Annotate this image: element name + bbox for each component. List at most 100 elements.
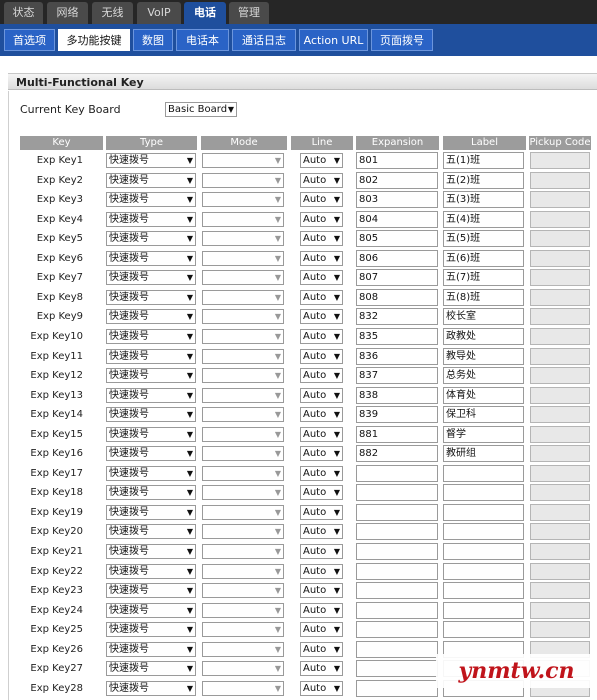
expansion-input[interactable]: 881 xyxy=(356,426,438,443)
line-select[interactable]: Auto ▼ xyxy=(300,466,343,481)
type-select[interactable]: 快速拨号 ▼ xyxy=(106,290,196,305)
line-select[interactable]: Auto ▼ xyxy=(300,681,343,696)
expansion-input[interactable] xyxy=(356,680,438,697)
mode-select[interactable]: ▼ xyxy=(202,505,284,520)
label-input[interactable]: 总务处 xyxy=(443,367,524,384)
mode-select[interactable]: ▼ xyxy=(202,290,284,305)
expansion-input[interactable] xyxy=(356,582,438,599)
expansion-input[interactable]: 807 xyxy=(356,269,438,286)
label-input[interactable]: 教研组 xyxy=(443,445,524,462)
type-select[interactable]: 快速拨号 ▼ xyxy=(106,446,196,461)
mode-select[interactable]: ▼ xyxy=(202,329,284,344)
top-tab-network[interactable]: 网络 xyxy=(47,2,88,24)
line-select[interactable]: Auto ▼ xyxy=(300,192,343,207)
expansion-input[interactable] xyxy=(356,543,438,560)
line-select[interactable]: Auto ▼ xyxy=(300,270,343,285)
label-input[interactable]: 五(1)班 xyxy=(443,152,524,169)
label-input[interactable] xyxy=(443,582,524,599)
key-board-select[interactable]: Basic Board ▼ xyxy=(165,102,237,117)
type-select[interactable]: 快速拨号 ▼ xyxy=(106,329,196,344)
line-select[interactable]: Auto ▼ xyxy=(300,309,343,324)
mode-select[interactable]: ▼ xyxy=(202,564,284,579)
expansion-input[interactable]: 805 xyxy=(356,230,438,247)
label-input[interactable]: 体育处 xyxy=(443,387,524,404)
line-select[interactable]: Auto ▼ xyxy=(300,446,343,461)
mode-select[interactable]: ▼ xyxy=(202,407,284,422)
type-select[interactable]: 快速拨号 ▼ xyxy=(106,388,196,403)
mode-select[interactable]: ▼ xyxy=(202,192,284,207)
label-input[interactable]: 五(5)班 xyxy=(443,230,524,247)
type-select[interactable]: 快速拨号 ▼ xyxy=(106,407,196,422)
label-input[interactable] xyxy=(443,563,524,580)
label-input[interactable]: 五(7)班 xyxy=(443,269,524,286)
expansion-input[interactable] xyxy=(356,660,438,677)
expansion-input[interactable] xyxy=(356,484,438,501)
type-select[interactable]: 快速拨号 ▼ xyxy=(106,173,196,188)
line-select[interactable]: Auto ▼ xyxy=(300,349,343,364)
label-input[interactable] xyxy=(443,543,524,560)
expansion-input[interactable]: 803 xyxy=(356,191,438,208)
label-input[interactable]: 五(6)班 xyxy=(443,250,524,267)
line-select[interactable]: Auto ▼ xyxy=(300,544,343,559)
expansion-input[interactable]: 838 xyxy=(356,387,438,404)
line-select[interactable]: Auto ▼ xyxy=(300,485,343,500)
top-tab-voip[interactable]: VoIP xyxy=(137,2,181,24)
mode-select[interactable]: ▼ xyxy=(202,388,284,403)
sub-tab-call-log[interactable]: 通话日志 xyxy=(232,29,296,51)
sub-tab-dial-plan[interactable]: 数图 xyxy=(133,29,173,51)
sub-tab-preferences[interactable]: 首选项 xyxy=(4,29,55,51)
top-tab-phone[interactable]: 电话 xyxy=(184,2,226,24)
line-select[interactable]: Auto ▼ xyxy=(300,603,343,618)
expansion-input[interactable] xyxy=(356,465,438,482)
type-select[interactable]: 快速拨号 ▼ xyxy=(106,485,196,500)
label-input[interactable]: 教导处 xyxy=(443,348,524,365)
mode-select[interactable]: ▼ xyxy=(202,231,284,246)
label-input[interactable]: 五(4)班 xyxy=(443,211,524,228)
type-select[interactable]: 快速拨号 ▼ xyxy=(106,270,196,285)
type-select[interactable]: 快速拨号 ▼ xyxy=(106,681,196,696)
label-input[interactable]: 政教处 xyxy=(443,328,524,345)
sub-tab-page-dial[interactable]: 页面拨号 xyxy=(371,29,433,51)
mode-select[interactable]: ▼ xyxy=(202,681,284,696)
mode-select[interactable]: ▼ xyxy=(202,485,284,500)
type-select[interactable]: 快速拨号 ▼ xyxy=(106,427,196,442)
label-input[interactable] xyxy=(443,523,524,540)
mode-select[interactable]: ▼ xyxy=(202,153,284,168)
sub-tab-action-url[interactable]: Action URL xyxy=(299,29,368,51)
mode-select[interactable]: ▼ xyxy=(202,661,284,676)
expansion-input[interactable]: 882 xyxy=(356,445,438,462)
expansion-input[interactable]: 804 xyxy=(356,211,438,228)
type-select[interactable]: 快速拨号 ▼ xyxy=(106,231,196,246)
expansion-input[interactable] xyxy=(356,602,438,619)
mode-select[interactable]: ▼ xyxy=(202,427,284,442)
line-select[interactable]: Auto ▼ xyxy=(300,583,343,598)
expansion-input[interactable]: 806 xyxy=(356,250,438,267)
line-select[interactable]: Auto ▼ xyxy=(300,505,343,520)
type-select[interactable]: 快速拨号 ▼ xyxy=(106,368,196,383)
mode-select[interactable]: ▼ xyxy=(202,251,284,266)
mode-select[interactable]: ▼ xyxy=(202,173,284,188)
type-select[interactable]: 快速拨号 ▼ xyxy=(106,349,196,364)
line-select[interactable]: Auto ▼ xyxy=(300,622,343,637)
label-input[interactable] xyxy=(443,484,524,501)
mode-select[interactable]: ▼ xyxy=(202,368,284,383)
mode-select[interactable]: ▼ xyxy=(202,349,284,364)
mode-select[interactable]: ▼ xyxy=(202,466,284,481)
type-select[interactable]: 快速拨号 ▼ xyxy=(106,505,196,520)
line-select[interactable]: Auto ▼ xyxy=(300,407,343,422)
mode-select[interactable]: ▼ xyxy=(202,212,284,227)
line-select[interactable]: Auto ▼ xyxy=(300,388,343,403)
type-select[interactable]: 快速拨号 ▼ xyxy=(106,251,196,266)
line-select[interactable]: Auto ▼ xyxy=(300,564,343,579)
mode-select[interactable]: ▼ xyxy=(202,524,284,539)
type-select[interactable]: 快速拨号 ▼ xyxy=(106,153,196,168)
line-select[interactable]: Auto ▼ xyxy=(300,661,343,676)
expansion-input[interactable]: 835 xyxy=(356,328,438,345)
mode-select[interactable]: ▼ xyxy=(202,270,284,285)
mode-select[interactable]: ▼ xyxy=(202,544,284,559)
line-select[interactable]: Auto ▼ xyxy=(300,231,343,246)
label-input[interactable]: 五(3)班 xyxy=(443,191,524,208)
expansion-input[interactable]: 832 xyxy=(356,308,438,325)
top-tab-management[interactable]: 管理 xyxy=(229,2,269,24)
expansion-input[interactable] xyxy=(356,523,438,540)
